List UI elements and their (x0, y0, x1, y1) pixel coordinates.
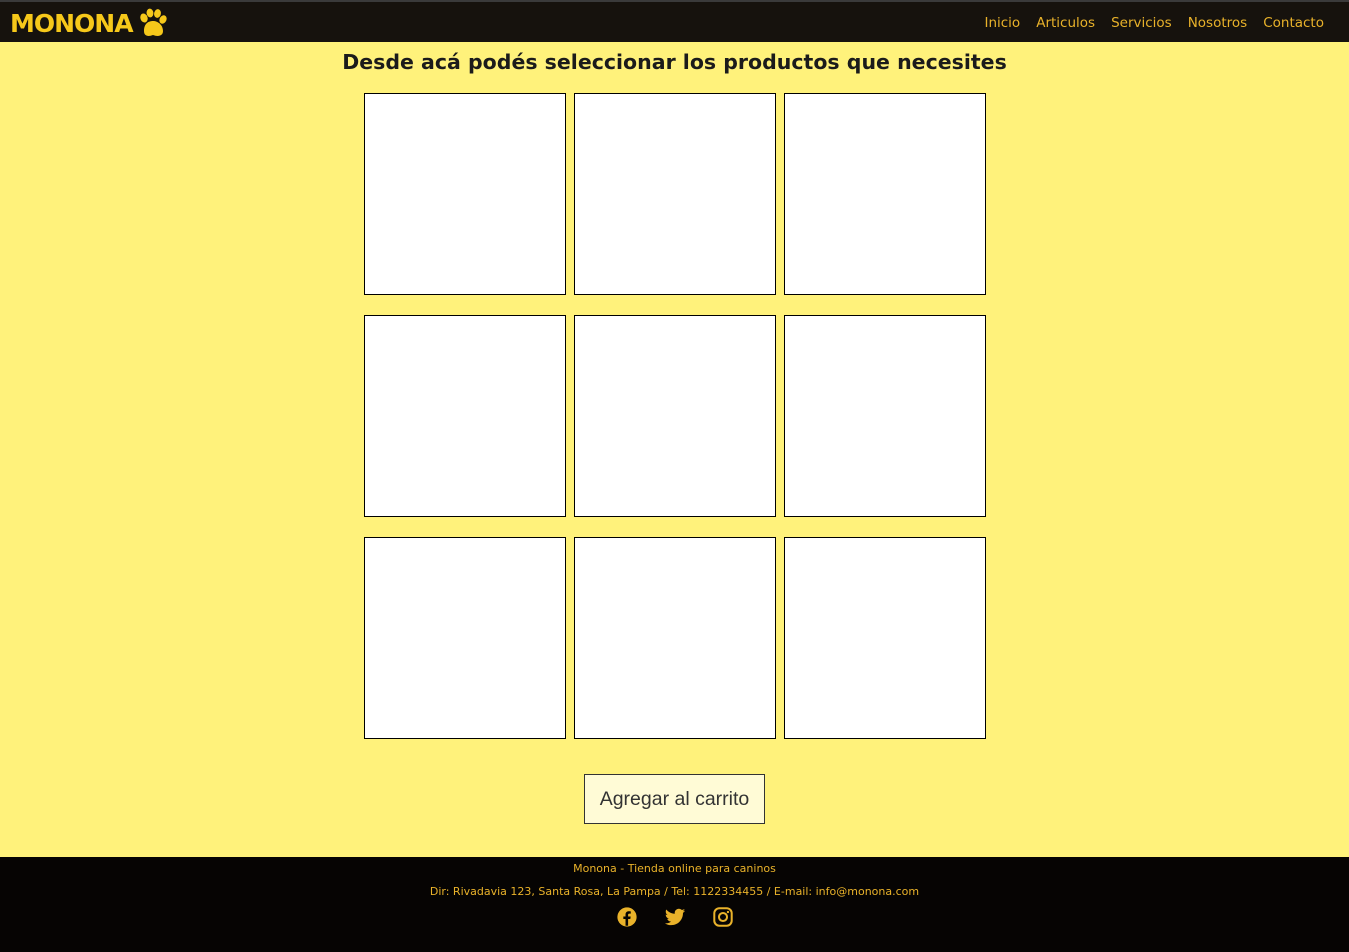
page-heading: Desde acá podés seleccionar los producto… (342, 50, 1007, 74)
paw-icon (139, 8, 167, 36)
facebook-icon[interactable] (616, 906, 638, 928)
nav-menu: Inicio Articulos Servicios Nosotros Cont… (968, 2, 1324, 44)
footer-contact-info: Dir: Rivadavia 123, Santa Rosa, La Pampa… (429, 885, 920, 898)
main-content: Desde acá podés seleccionar los producto… (0, 42, 1349, 857)
nav-link-nosotros[interactable]: Nosotros (1188, 15, 1248, 31)
product-card[interactable] (784, 93, 986, 295)
footer-tagline: Monona - Tienda online para caninos (573, 862, 776, 875)
footer: Monona - Tienda online para caninos Dir:… (0, 857, 1349, 952)
twitter-icon[interactable] (664, 906, 686, 928)
nav-link-contacto[interactable]: Contacto (1263, 15, 1324, 31)
product-card[interactable] (574, 537, 776, 739)
navbar: MONONA Inicio Articulos Servicios Nosotr… (0, 0, 1349, 42)
nav-link-articulos[interactable]: Articulos (1036, 15, 1095, 31)
product-card[interactable] (364, 537, 566, 739)
product-card[interactable] (784, 537, 986, 739)
brand-name: MONONA (10, 8, 134, 38)
product-card[interactable] (574, 93, 776, 295)
nav-link-inicio[interactable]: Inicio (984, 15, 1020, 31)
product-card[interactable] (574, 315, 776, 517)
brand-logo[interactable]: MONONA (10, 6, 168, 40)
social-links (0, 906, 1349, 928)
instagram-icon[interactable] (712, 906, 734, 928)
product-card[interactable] (364, 315, 566, 517)
product-card[interactable] (364, 93, 566, 295)
product-card[interactable] (784, 315, 986, 517)
nav-link-servicios[interactable]: Servicios (1111, 15, 1172, 31)
product-grid (364, 93, 986, 739)
add-to-cart-button[interactable]: Agregar al carrito (584, 774, 765, 824)
